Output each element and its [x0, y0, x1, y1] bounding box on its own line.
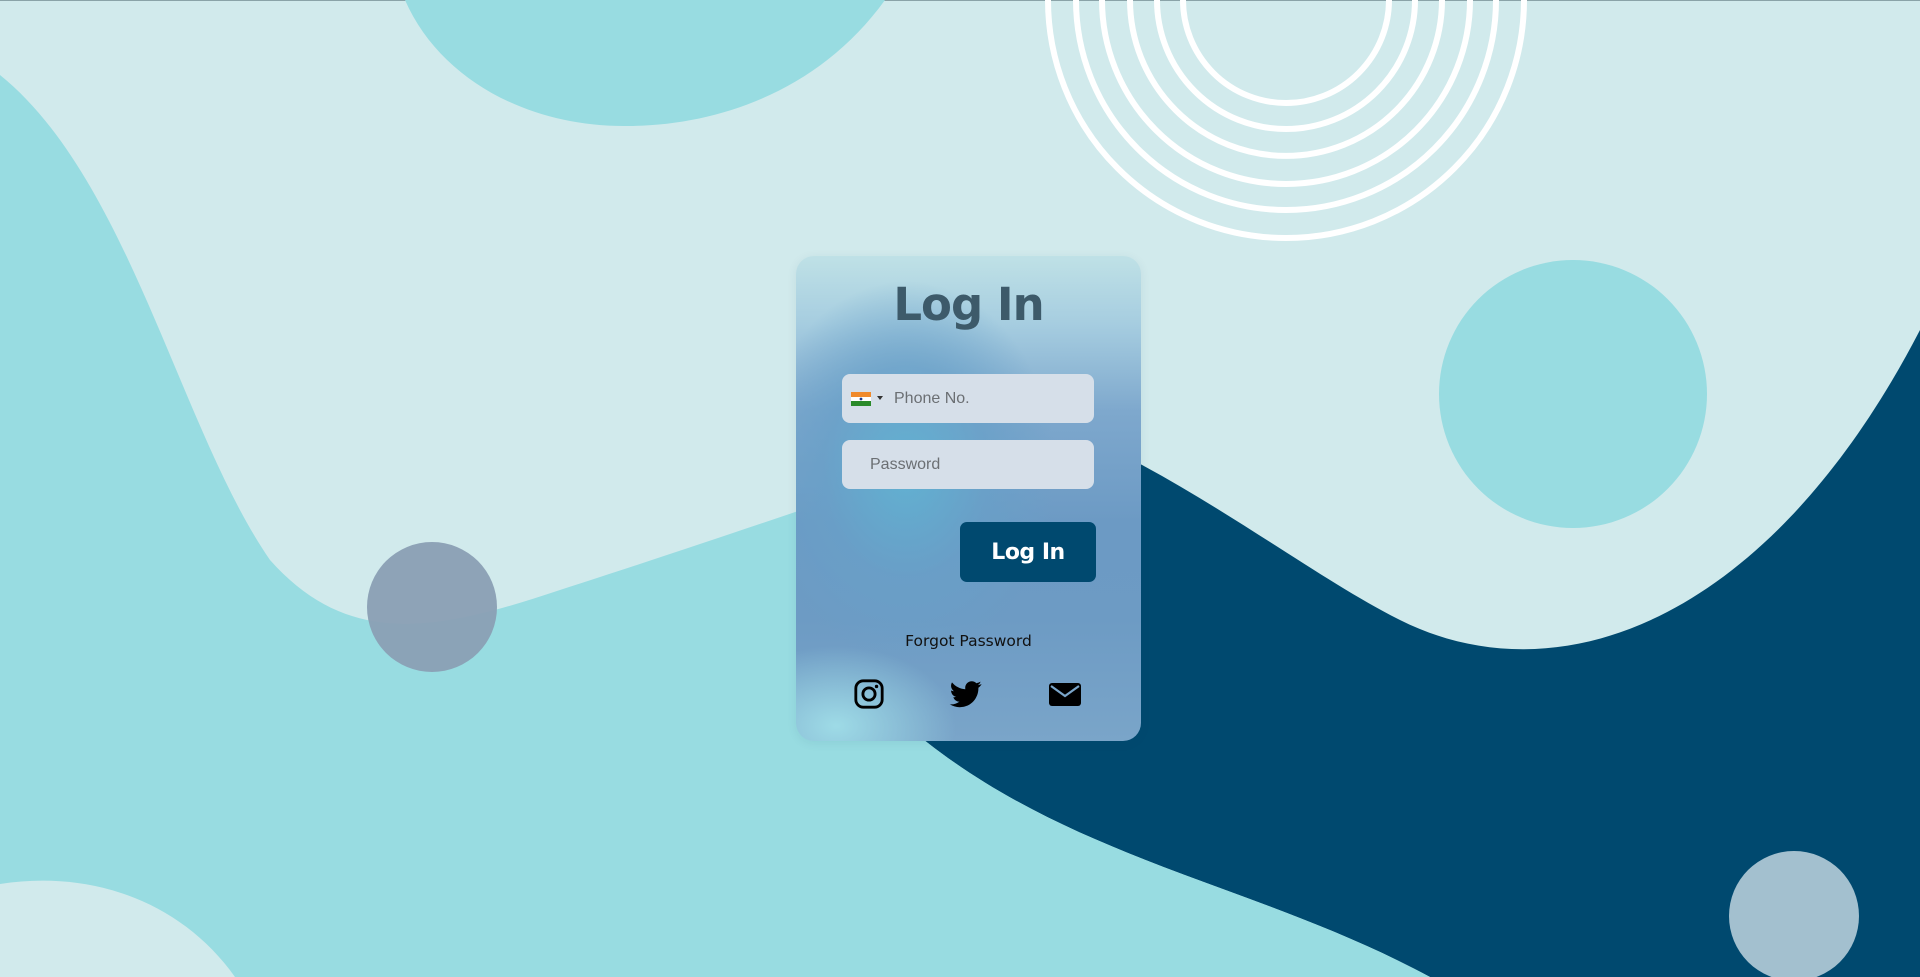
- login-button[interactable]: Log In: [960, 522, 1096, 582]
- phone-field[interactable]: [842, 374, 1094, 423]
- login-card: Log In Log In Forgot Password: [796, 256, 1141, 741]
- login-title: Log In: [893, 278, 1044, 331]
- password-field[interactable]: [842, 440, 1094, 489]
- forgot-password-link[interactable]: Forgot Password: [796, 632, 1141, 650]
- right-circle-shape: [1439, 260, 1707, 528]
- mail-icon[interactable]: [1048, 678, 1082, 710]
- twitter-icon[interactable]: [949, 678, 983, 710]
- instagram-icon[interactable]: [852, 678, 886, 710]
- login-page: Log In Log In Forgot Password: [0, 0, 1920, 977]
- pale-circle-shape: [1729, 851, 1859, 977]
- grey-circle-shape: [367, 542, 497, 672]
- top-blob-shape: [405, 0, 885, 127]
- chevron-down-icon[interactable]: [877, 396, 883, 400]
- concentric-arcs: [1045, 0, 1527, 241]
- india-flag-icon[interactable]: [851, 392, 871, 407]
- phone-input[interactable]: [894, 374, 1084, 423]
- password-input[interactable]: [870, 440, 1080, 489]
